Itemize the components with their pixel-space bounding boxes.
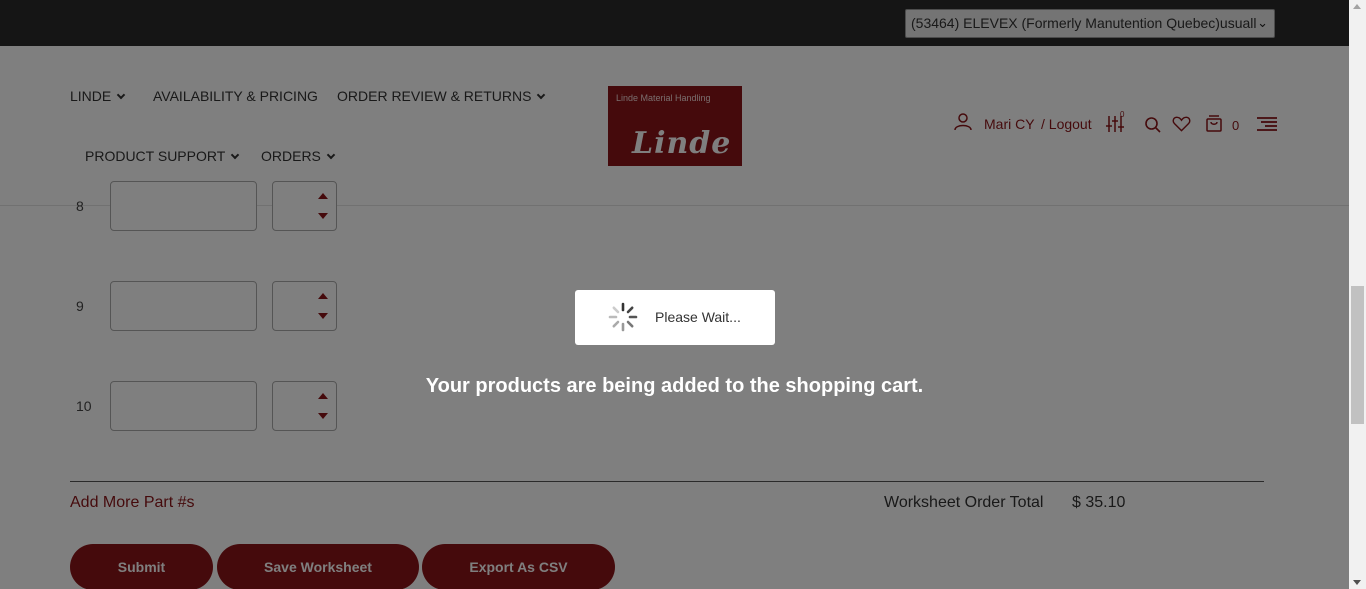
page-scrollbar[interactable] <box>1349 0 1366 589</box>
please-wait-dialog: Please Wait... <box>575 290 775 345</box>
scroll-down-icon[interactable] <box>1353 580 1361 585</box>
scroll-up-icon[interactable] <box>1353 4 1361 9</box>
scrollbar-thumb[interactable] <box>1351 286 1364 424</box>
please-wait-text: Please Wait... <box>655 309 741 325</box>
loading-message: Your products are being added to the sho… <box>425 375 924 397</box>
spinner-icon <box>608 302 638 332</box>
loading-overlay: Please Wait... Your products are being a… <box>0 0 1349 589</box>
